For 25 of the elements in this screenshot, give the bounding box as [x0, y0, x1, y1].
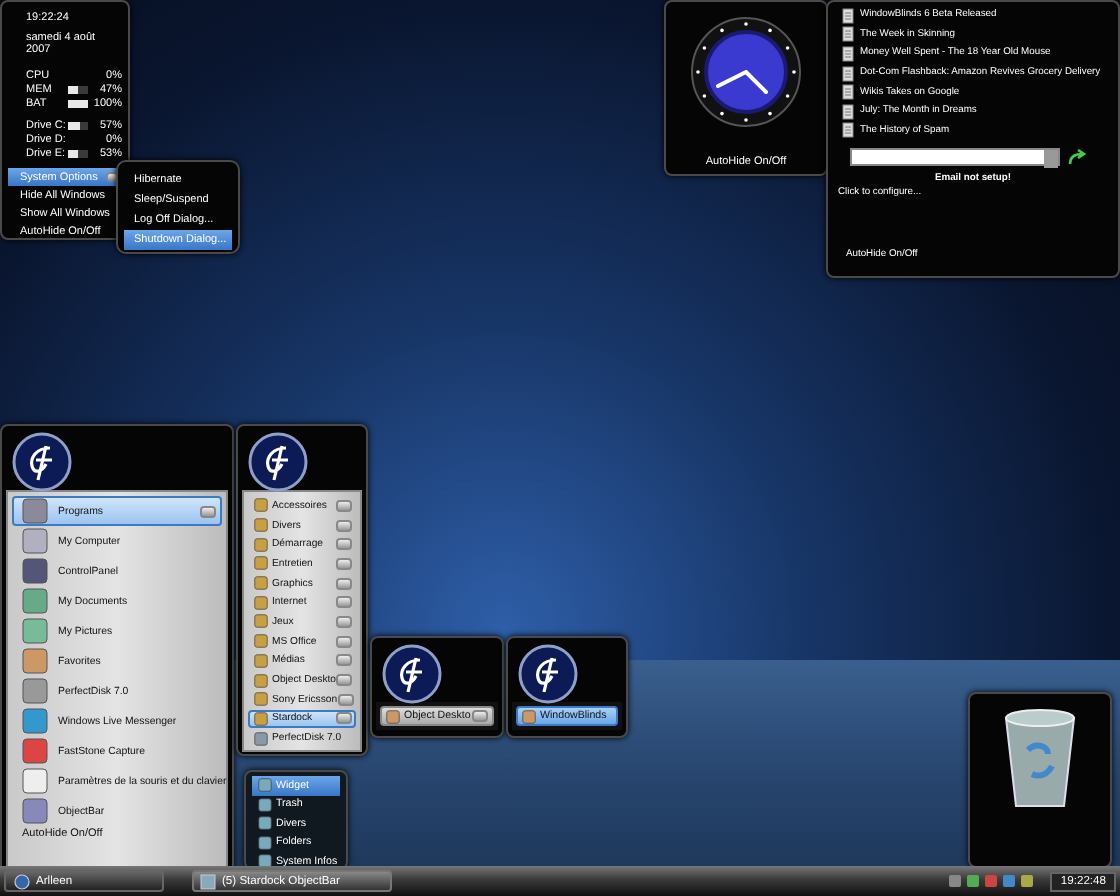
program-icon — [386, 709, 400, 723]
logo-icon — [382, 644, 442, 704]
program-icon — [22, 528, 48, 554]
program-icon — [22, 768, 48, 794]
program-icon — [22, 618, 48, 644]
logo-icon — [12, 432, 72, 492]
logo-icon — [14, 873, 30, 889]
email-combo-field[interactable] — [850, 148, 1060, 167]
trash-bin-icon — [1000, 706, 1080, 810]
program-icon — [22, 648, 48, 674]
go-arrow-icon — [1068, 148, 1086, 167]
logo-icon — [248, 432, 308, 492]
program-icon — [22, 738, 48, 764]
program-icon — [22, 558, 48, 584]
program-icon — [22, 498, 48, 524]
program-icon — [22, 708, 48, 734]
analog-clock-drawing — [690, 16, 802, 128]
submenu-arrow-button[interactable] — [200, 505, 216, 517]
program-icon — [22, 588, 48, 614]
program-icon — [22, 678, 48, 704]
program-icon — [22, 798, 48, 824]
submenu-arrow-button[interactable] — [472, 710, 488, 722]
window-icon — [200, 873, 216, 889]
program-icon — [522, 709, 536, 723]
logo-icon — [518, 644, 578, 704]
